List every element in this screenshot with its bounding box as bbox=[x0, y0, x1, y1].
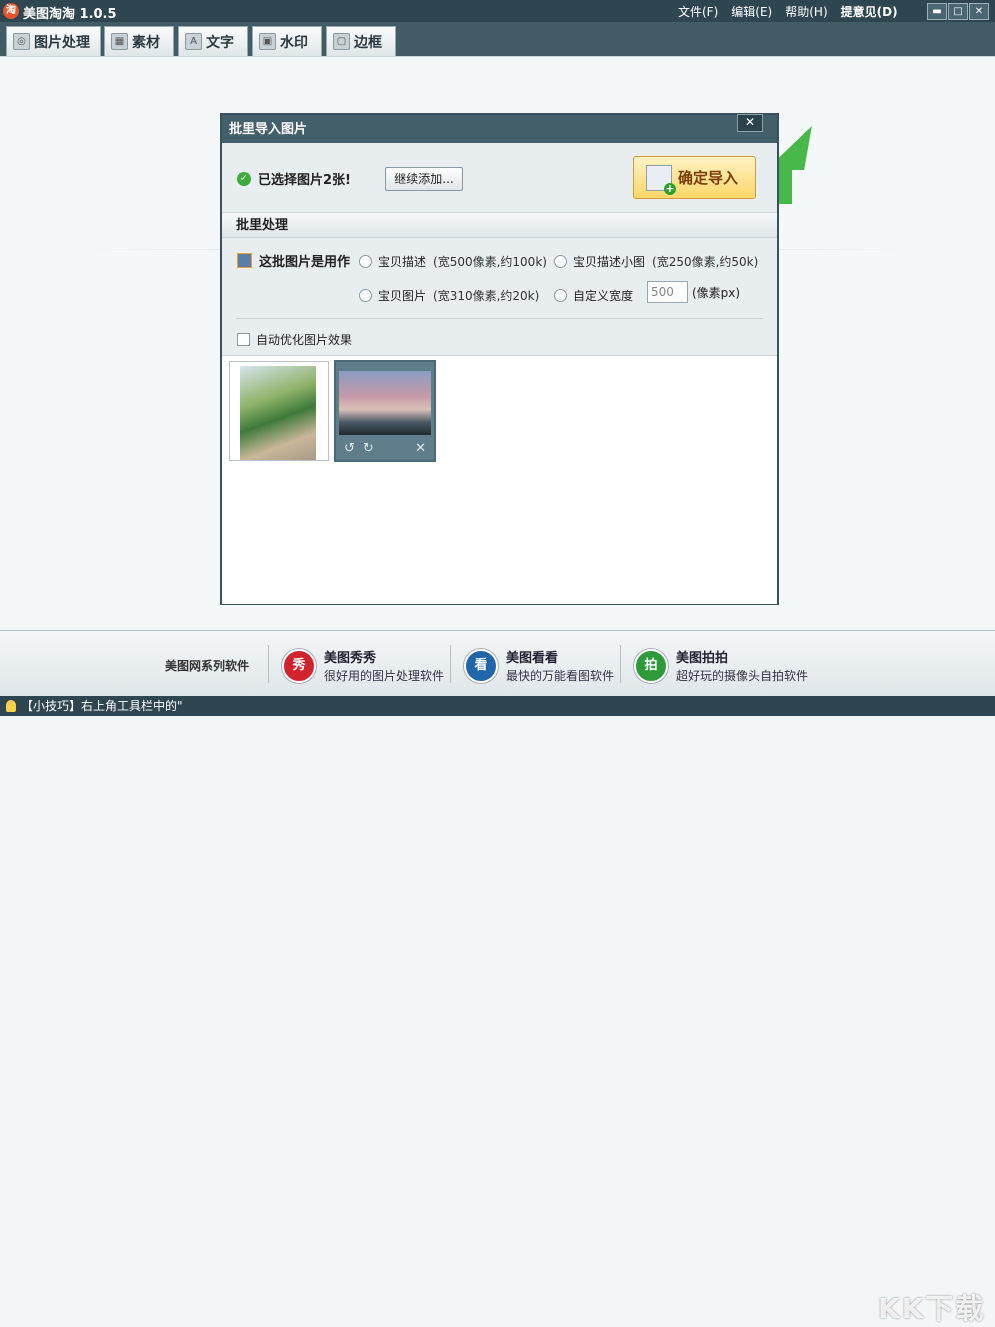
usage-label-text: 这批图片是用作 bbox=[259, 255, 351, 270]
selected-count-text: 已选择图片2张! bbox=[258, 173, 351, 188]
product-meitu-xiuxiu[interactable]: 秀 美图秀秀 很好用的图片处理软件 bbox=[282, 647, 444, 684]
usage-icon bbox=[237, 253, 252, 268]
product-name: 美图看看 bbox=[506, 651, 559, 666]
tab-label: 图片处理 bbox=[34, 34, 90, 51]
status-bar: 【小技巧】右上角工具栏中的" bbox=[0, 696, 995, 716]
bottom-divider bbox=[450, 645, 451, 683]
tab-label: 素材 bbox=[132, 34, 160, 51]
menu-feedback[interactable]: 提意见(D) bbox=[841, 3, 898, 20]
menu-help[interactable]: 帮助(H) bbox=[785, 3, 827, 20]
watermark-icon: ▣ bbox=[259, 33, 276, 50]
auto-optimize-label: 自动优化图片效果 bbox=[256, 333, 353, 347]
close-button[interactable]: ✕ bbox=[969, 3, 989, 20]
custom-width-input[interactable]: 500 bbox=[647, 281, 688, 303]
material-icon: ▦ bbox=[111, 33, 128, 50]
kankan-icon: 看 bbox=[464, 648, 498, 683]
confirm-import-button[interactable]: + 确定导入 bbox=[633, 156, 756, 199]
window-controls: ▬ □ ✕ bbox=[927, 3, 990, 20]
radio-icon bbox=[554, 255, 567, 268]
product-meitu-paipai[interactable]: 拍 美图拍拍 超好玩的摄像头自拍软件 bbox=[634, 647, 808, 684]
usage-label: 这批图片是用作 bbox=[237, 251, 350, 270]
batch-import-dialog: 批里导入图片 ✕ ✓ 已选择图片2张! 继续添加... + 确定导入 批里处理 … bbox=[220, 113, 779, 605]
menu-edit[interactable]: 编辑(E) bbox=[731, 3, 772, 20]
rotate-right-icon[interactable]: ↻ bbox=[363, 441, 374, 456]
border-icon: ▢ bbox=[333, 33, 350, 50]
option-item-description[interactable]: 宝贝描述 (宽500像素,约100k) bbox=[359, 253, 547, 270]
option-hint: (宽250像素,约50k) bbox=[652, 255, 759, 269]
maximize-button[interactable]: □ bbox=[948, 3, 968, 20]
tab-border[interactable]: ▢ 边框 bbox=[326, 26, 396, 56]
option-custom-width[interactable]: 自定义宽度 bbox=[554, 287, 633, 304]
tab-label: 边框 bbox=[354, 34, 382, 51]
selection-status: ✓ 已选择图片2张! bbox=[237, 169, 351, 188]
option-item-image[interactable]: 宝贝图片 (宽310像素,约20k) bbox=[359, 287, 539, 304]
dialog-close-button[interactable]: ✕ bbox=[737, 114, 763, 132]
check-icon: ✓ bbox=[237, 171, 251, 186]
auto-optimize-checkbox[interactable] bbox=[237, 333, 250, 346]
delete-icon[interactable]: ✕ bbox=[415, 441, 426, 456]
add-more-button[interactable]: 继续添加... bbox=[385, 167, 463, 191]
paipai-icon: 拍 bbox=[634, 648, 668, 683]
thumbnail-toolbar: ↺ ↻ ✕ bbox=[336, 436, 434, 460]
product-meitu-kankan[interactable]: 看 美图看看 最快的万能看图软件 bbox=[464, 647, 614, 684]
watermark-logo: KK下载 bbox=[878, 1292, 986, 1325]
product-name: 美图拍拍 bbox=[676, 651, 729, 666]
app-title: 美图淘淘 1.0.5 bbox=[23, 7, 117, 22]
arrow-stem-icon bbox=[778, 168, 792, 204]
option-hint: (宽500像素,约100k) bbox=[433, 255, 547, 269]
confirm-import-label: 确定导入 bbox=[678, 169, 739, 187]
tab-material[interactable]: ▦ 素材 bbox=[104, 26, 174, 56]
tab-bar: ◎ 图片处理 ▦ 素材 A 文字 ▣ 水印 ▢ 边框 bbox=[0, 22, 995, 57]
tab-image-process[interactable]: ◎ 图片处理 bbox=[6, 26, 101, 56]
bulb-icon bbox=[6, 700, 16, 712]
product-desc: 超好玩的摄像头自拍软件 bbox=[676, 669, 809, 683]
product-desc: 最快的万能看图软件 bbox=[506, 669, 615, 683]
text-icon: A bbox=[185, 33, 202, 50]
thumbnail-image bbox=[240, 366, 316, 460]
option-item-description-small[interactable]: 宝贝描述小图 (宽250像素,约50k) bbox=[554, 253, 758, 270]
option-hint: (宽310像素,约20k) bbox=[433, 289, 540, 303]
rotate-left-icon[interactable]: ↺ bbox=[344, 441, 355, 456]
thumbnail-image bbox=[339, 371, 431, 435]
bottom-divider bbox=[620, 645, 621, 683]
tab-watermark[interactable]: ▣ 水印 bbox=[252, 26, 322, 56]
tab-label: 文字 bbox=[206, 34, 234, 51]
product-desc: 很好用的图片处理软件 bbox=[324, 669, 445, 683]
thumbnail-item[interactable] bbox=[229, 361, 329, 461]
tab-label: 水印 bbox=[280, 34, 308, 51]
dialog-title: 批里导入图片 bbox=[222, 115, 777, 143]
radio-icon bbox=[359, 289, 372, 302]
menu-bar: 文件(F) 编辑(E) 帮助(H) 提意见(D) bbox=[678, 3, 911, 20]
option-label: 宝贝描述 bbox=[378, 255, 427, 269]
width-unit-label: (像素px) bbox=[692, 286, 741, 300]
options-divider bbox=[236, 318, 763, 319]
radio-icon bbox=[554, 289, 567, 302]
menu-file[interactable]: 文件(F) bbox=[678, 3, 718, 20]
thumbnail-item-selected[interactable]: ↺ ↻ ✕ bbox=[334, 360, 436, 462]
batch-options: 这批图片是用作 宝贝描述 (宽500像素,约100k) 宝贝描述小图 (宽250… bbox=[222, 239, 777, 355]
bottom-divider bbox=[268, 645, 269, 683]
auto-optimize-option[interactable]: 自动优化图片效果 bbox=[237, 331, 352, 348]
series-label: 美图网系列软件 bbox=[165, 659, 250, 673]
option-label: 宝贝图片 bbox=[378, 289, 427, 303]
thumbnail-area: ↺ ↻ ✕ bbox=[222, 355, 777, 604]
image-process-icon: ◎ bbox=[13, 33, 30, 50]
radio-icon bbox=[359, 255, 372, 268]
product-name: 美图秀秀 bbox=[324, 651, 377, 666]
tab-text[interactable]: A 文字 bbox=[178, 26, 248, 56]
import-icon: + bbox=[646, 164, 676, 195]
option-label: 自定义宽度 bbox=[573, 289, 634, 303]
tip-text: 【小技巧】右上角工具栏中的" bbox=[21, 699, 183, 713]
app-logo-icon: 淘 bbox=[3, 3, 19, 19]
xiuxiu-icon: 秀 bbox=[282, 648, 316, 683]
batch-section-title: 批里处理 bbox=[222, 212, 777, 238]
title-bar: 淘 美图淘淘 1.0.5 文件(F) 编辑(E) 帮助(H) 提意见(D) ▬ … bbox=[0, 0, 995, 22]
option-label: 宝贝描述小图 bbox=[573, 255, 646, 269]
bottom-bar: 美图网系列软件 秀 美图秀秀 很好用的图片处理软件 看 美图看看 最快的万能看图… bbox=[0, 630, 995, 1325]
minimize-button[interactable]: ▬ bbox=[927, 3, 947, 20]
